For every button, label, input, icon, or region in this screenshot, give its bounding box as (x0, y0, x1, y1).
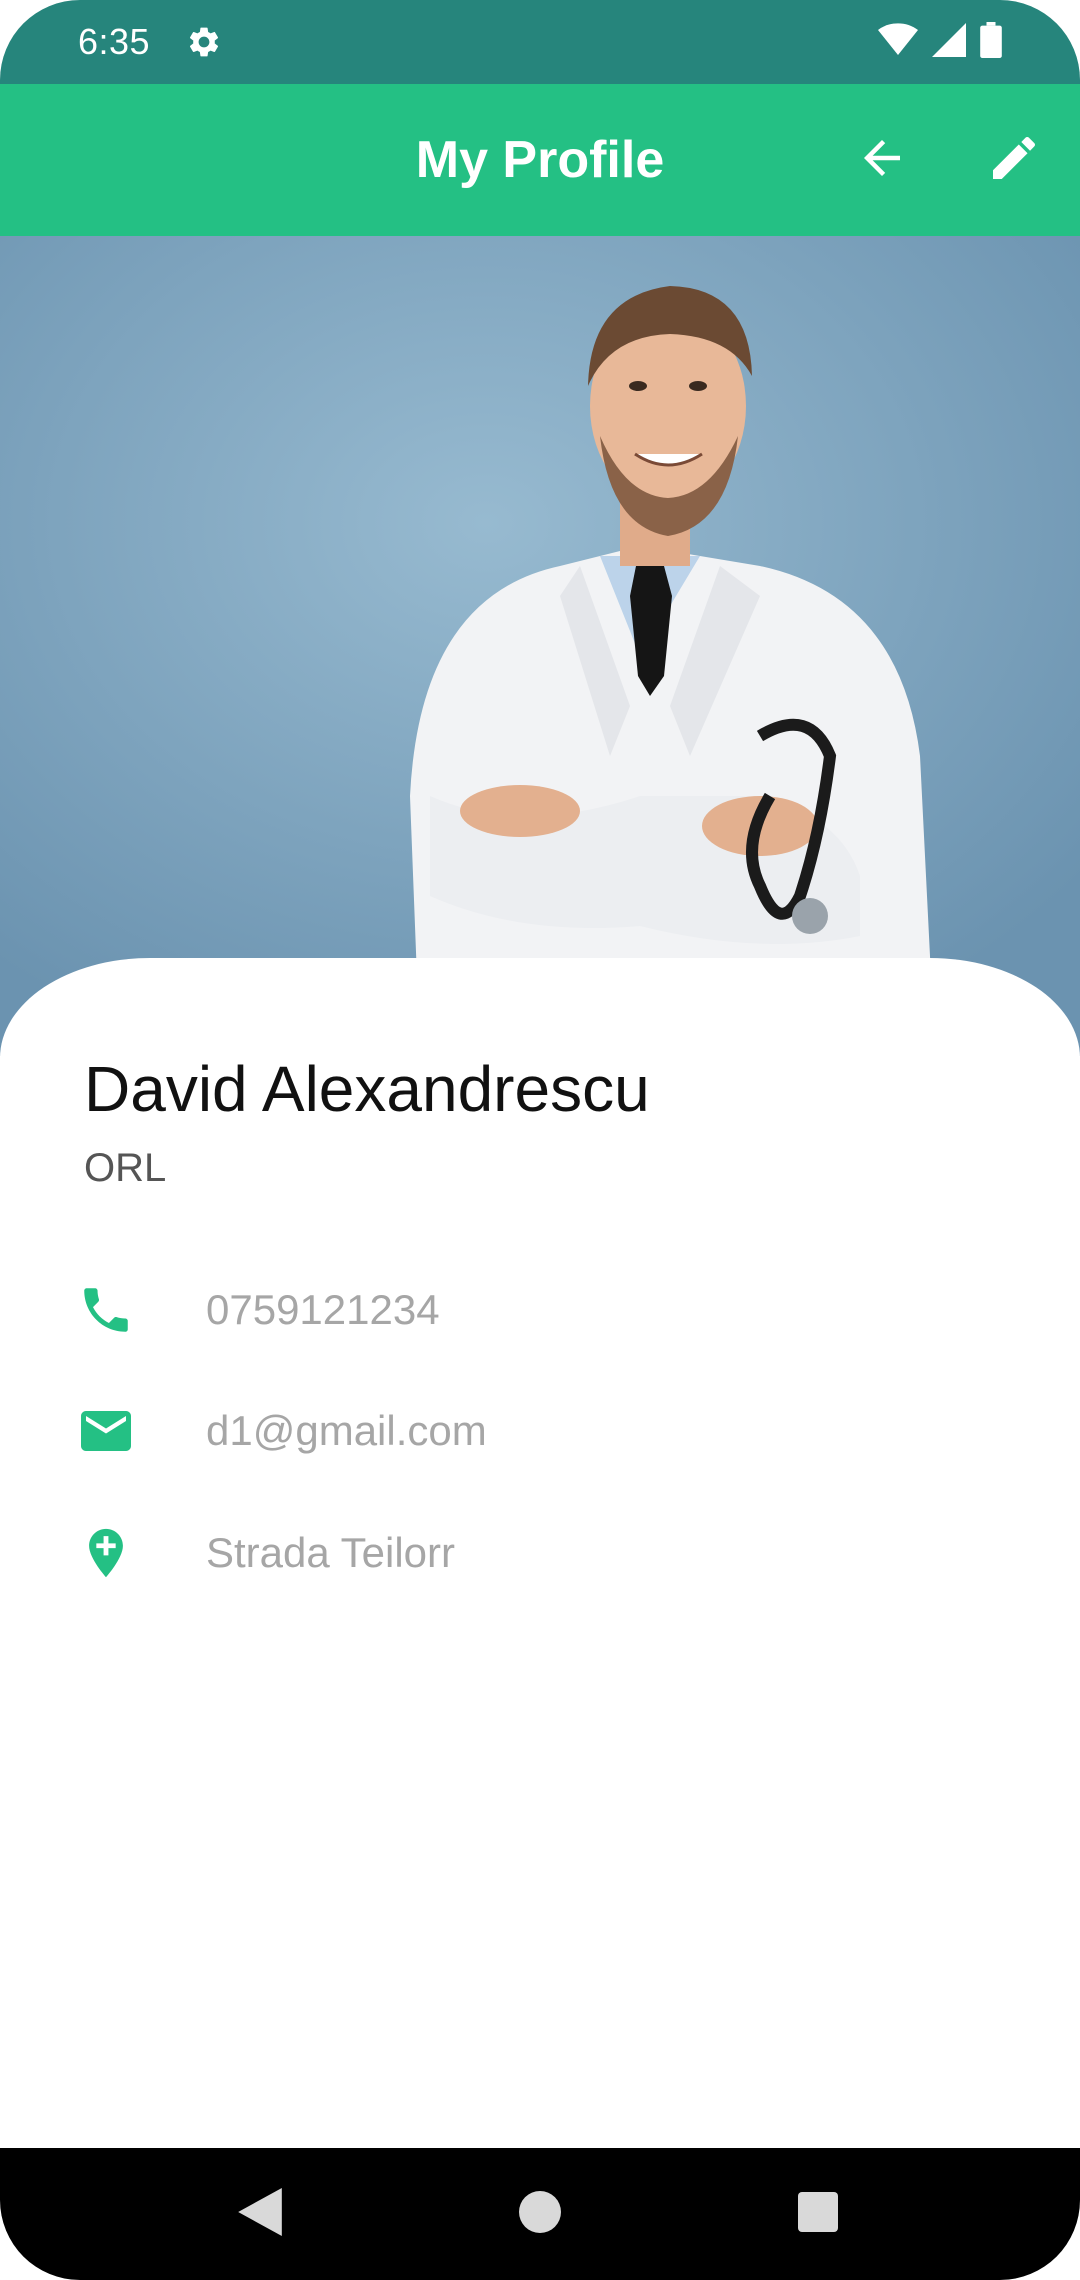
profile-screen: 6:35 My Profile David Alexandrescu ORL 0… (0, 0, 1080, 2280)
nav-home-button[interactable] (500, 2174, 580, 2254)
profile-name: David Alexandrescu (84, 1053, 650, 1125)
phone-value: 0759121234 (206, 1286, 440, 1333)
cell-signal-icon (932, 22, 966, 62)
add-location-icon (74, 1521, 138, 1585)
arrow-left-icon (855, 131, 909, 190)
status-icons (878, 21, 1002, 63)
app-toolbar: My Profile (0, 84, 1080, 236)
nav-recents-button[interactable] (778, 2174, 858, 2254)
settings-icon (186, 24, 222, 60)
email-row[interactable]: d1@gmail.com (0, 1386, 1080, 1476)
back-button[interactable] (836, 114, 928, 206)
edit-button[interactable] (968, 114, 1060, 206)
profile-specialty: ORL (84, 1146, 167, 1190)
phone-icon (74, 1278, 138, 1342)
nav-home-icon (519, 2190, 561, 2238)
status-bar: 6:35 (0, 0, 1080, 84)
email-icon (74, 1399, 138, 1463)
status-time: 6:35 (78, 21, 151, 62)
nav-back-icon (238, 2187, 282, 2241)
nav-recents-icon (798, 2191, 838, 2237)
address-value: Strada Teilorr (206, 1529, 456, 1576)
phone-row[interactable]: 0759121234 (0, 1265, 1080, 1355)
email-value: d1@gmail.com (206, 1407, 487, 1454)
pencil-icon (986, 130, 1042, 191)
wifi-icon (878, 22, 918, 62)
battery-icon (980, 21, 1002, 63)
profile-photo (0, 236, 1080, 1056)
address-row[interactable]: Strada Teilorr (0, 1508, 1080, 1598)
system-nav-bar (0, 2148, 1080, 2280)
nav-back-button[interactable] (220, 2174, 300, 2254)
